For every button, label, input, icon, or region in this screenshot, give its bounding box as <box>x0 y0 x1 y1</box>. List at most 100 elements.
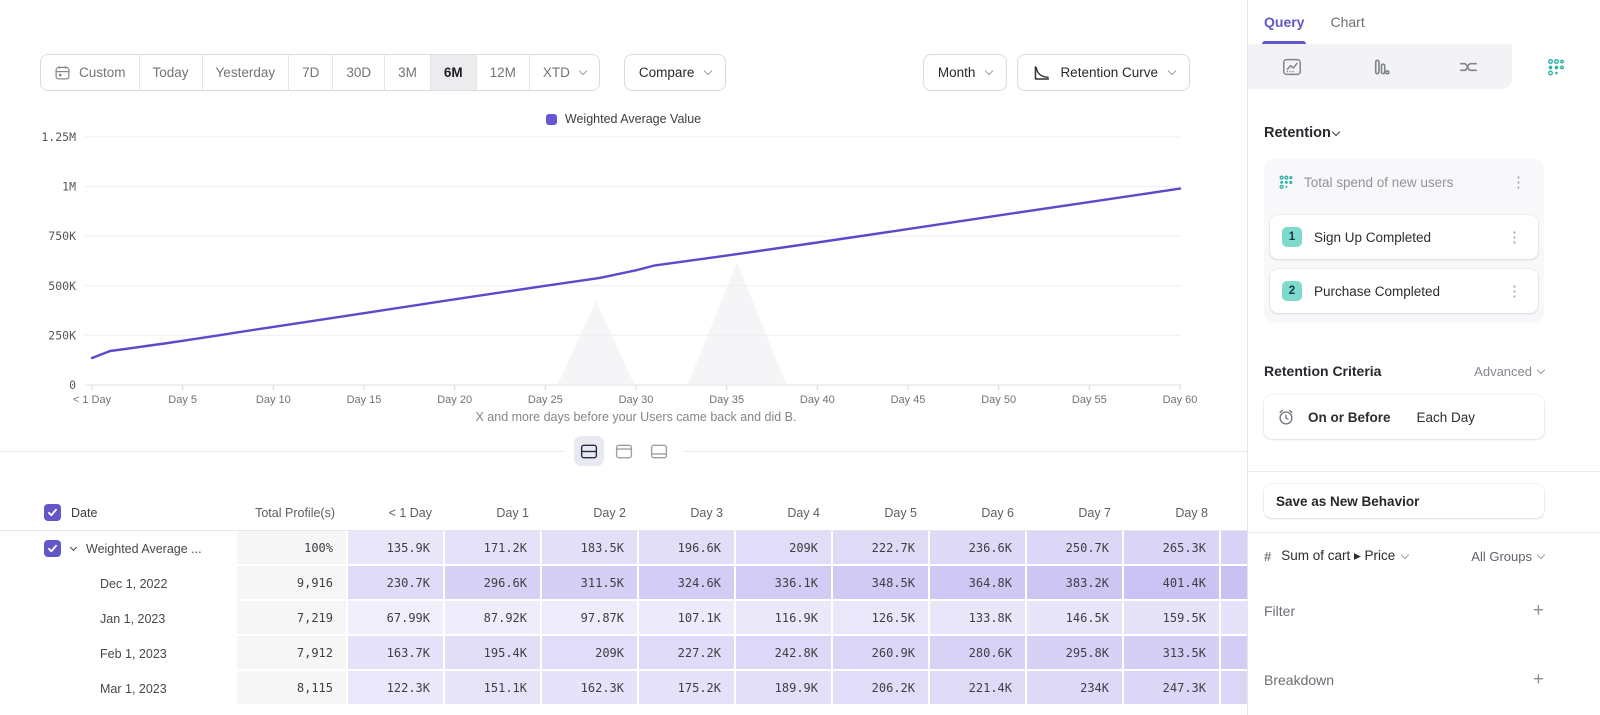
row-expand-caret[interactable] <box>70 543 77 550</box>
retention-cell: 364.8K <box>930 566 1027 601</box>
kebab-menu-icon[interactable]: ⋮ <box>1507 173 1530 192</box>
report-tab-insights[interactable] <box>1248 44 1336 89</box>
breakdown-section: Breakdown + <box>1264 670 1544 689</box>
retention-cell: 135.9K <box>348 531 445 566</box>
tab-query[interactable]: Query <box>1264 0 1304 44</box>
row-label-cell: Dec 1, 2022 <box>0 566 237 601</box>
report-tab-flows[interactable] <box>1424 44 1512 89</box>
select-all-checkbox[interactable] <box>44 504 61 521</box>
retention-cell: 313.5K <box>1124 636 1221 671</box>
view-toggle-split[interactable] <box>574 436 604 466</box>
x-axis-label: < 1 Day <box>73 394 112 406</box>
criteria-card[interactable]: On or Before Each Day <box>1264 395 1544 439</box>
step-label: Purchase Completed <box>1314 284 1440 299</box>
range-12m[interactable]: 12M <box>477 55 530 90</box>
x-axis-label: Day 60 <box>1163 394 1198 406</box>
funnels-icon <box>1370 56 1391 78</box>
groups-dropdown[interactable]: All Groups <box>1471 549 1544 564</box>
table-row: Dec 1, 20229,916230.7K296.6K311.5K324.6K… <box>0 566 1247 601</box>
range-today[interactable]: Today <box>140 55 203 90</box>
toolbar-right: Month Retention Curve <box>923 54 1190 91</box>
retention-cell-partial <box>1221 566 1247 601</box>
measurement-dropdown[interactable]: Sum of cart ▸ Price <box>1281 548 1408 564</box>
retention-cell: 97.87K <box>542 601 639 636</box>
row-label[interactable]: Weighted Average ... <box>86 542 202 556</box>
retention-cell: 280.6K <box>930 636 1027 671</box>
retention-cell: 107.1K <box>639 601 736 636</box>
behavior-step-1[interactable]: 1 Sign Up Completed ⋮ <box>1270 215 1538 259</box>
y-axis-label: 750K <box>48 229 76 243</box>
retention-cell-partial <box>1221 601 1247 636</box>
retention-cell: 236.6K <box>930 531 1027 566</box>
retention-curve-icon <box>1032 64 1051 82</box>
retention-cell: 162.3K <box>542 671 639 706</box>
range-custom[interactable]: Custom <box>41 55 140 90</box>
row-label-cell: Weighted Average ... <box>0 531 237 566</box>
retention-criteria-header: Retention Criteria Advanced <box>1264 363 1544 379</box>
x-axis-label: Day 25 <box>528 394 563 406</box>
retention-cell: 324.6K <box>639 566 736 601</box>
add-filter-button[interactable]: + <box>1533 601 1544 620</box>
x-axis-label: Day 35 <box>709 394 744 406</box>
retention-cell: 222.7K <box>833 531 930 566</box>
retention-cell: 247.3K <box>1124 671 1221 706</box>
range-6m[interactable]: 6M <box>431 55 477 90</box>
x-axis-caption: X and more days before your Users came b… <box>476 410 797 424</box>
behavior-title: Total spend of new users <box>1304 175 1453 190</box>
tab-chart[interactable]: Chart <box>1330 0 1364 44</box>
col-label: Day 5 <box>833 495 930 530</box>
retention-cell: 336.1K <box>736 566 833 601</box>
breakdown-label: Breakdown <box>1264 672 1334 688</box>
criteria-window[interactable]: Each Day <box>1417 410 1476 425</box>
report-tab-retention[interactable] <box>1512 44 1600 89</box>
retention-cell: 348.5K <box>833 566 930 601</box>
date-range-group: CustomTodayYesterday7D30D3M6M12MXTD <box>40 54 600 91</box>
col-label: Day 6 <box>930 495 1027 530</box>
retention-section-header[interactable]: Retention <box>1264 125 1544 141</box>
criteria-condition[interactable]: On or Before <box>1308 410 1391 425</box>
flows-icon <box>1457 57 1480 77</box>
behavior-step-2[interactable]: 2 Purchase Completed ⋮ <box>1270 269 1538 313</box>
add-breakdown-button[interactable]: + <box>1533 670 1544 689</box>
retention-cell: 133.8K <box>930 601 1027 636</box>
view-toggle-table-only[interactable] <box>644 436 674 466</box>
range-30d[interactable]: 30D <box>333 55 385 90</box>
retention-cell: 183.5K <box>542 531 639 566</box>
row-checkbox[interactable] <box>44 540 61 557</box>
range-yesterday[interactable]: Yesterday <box>203 55 290 90</box>
chart-type-label: Retention Curve <box>1060 65 1158 80</box>
row-label: Jan 1, 2023 <box>100 612 165 626</box>
y-axis-label: 1M <box>62 180 76 194</box>
watermark-shape <box>558 301 634 384</box>
retention-line <box>92 189 1180 358</box>
view-toggle-chart-only[interactable] <box>609 436 639 466</box>
date-column-header: Date <box>0 495 237 530</box>
compare-label: Compare <box>639 65 695 80</box>
range-3m[interactable]: 3M <box>385 55 431 90</box>
chart-type-button[interactable]: Retention Curve <box>1017 54 1190 91</box>
retention-cell: 209K <box>542 636 639 671</box>
save-as-new-behavior-button[interactable]: Save as New Behavior <box>1264 484 1544 518</box>
kebab-menu-icon[interactable]: ⋮ <box>1503 228 1526 247</box>
app-root: CustomTodayYesterday7D30D3M6M12MXTD Comp… <box>0 0 1600 715</box>
range-xtd[interactable]: XTD <box>530 55 599 90</box>
kebab-menu-icon[interactable]: ⋮ <box>1503 282 1526 301</box>
retention-cell: 116.9K <box>736 601 833 636</box>
col-label: Day 7 <box>1027 495 1124 530</box>
sidebar-body: Retention Total spend of new users ⋮ 1 S… <box>1248 125 1600 689</box>
retention-cell-partial <box>1221 671 1247 706</box>
tab-query-label: Query <box>1264 14 1304 30</box>
row-label-cell: Mar 1, 2023 <box>0 671 237 706</box>
report-tab-funnels[interactable] <box>1336 44 1424 89</box>
legend-swatch <box>546 114 557 125</box>
granularity-button[interactable]: Month <box>923 54 1008 91</box>
compare-button[interactable]: Compare <box>624 54 727 91</box>
retention-cell: 209K <box>736 531 833 566</box>
col-label-date: Date <box>71 506 97 520</box>
range-7d[interactable]: 7D <box>289 55 333 90</box>
retention-icon <box>1546 57 1566 77</box>
retention-cell-partial <box>1221 636 1247 671</box>
retention-cell: 383.2K <box>1027 566 1124 601</box>
col-label: Day 2 <box>542 495 639 530</box>
advanced-dropdown[interactable]: Advanced <box>1474 364 1544 379</box>
